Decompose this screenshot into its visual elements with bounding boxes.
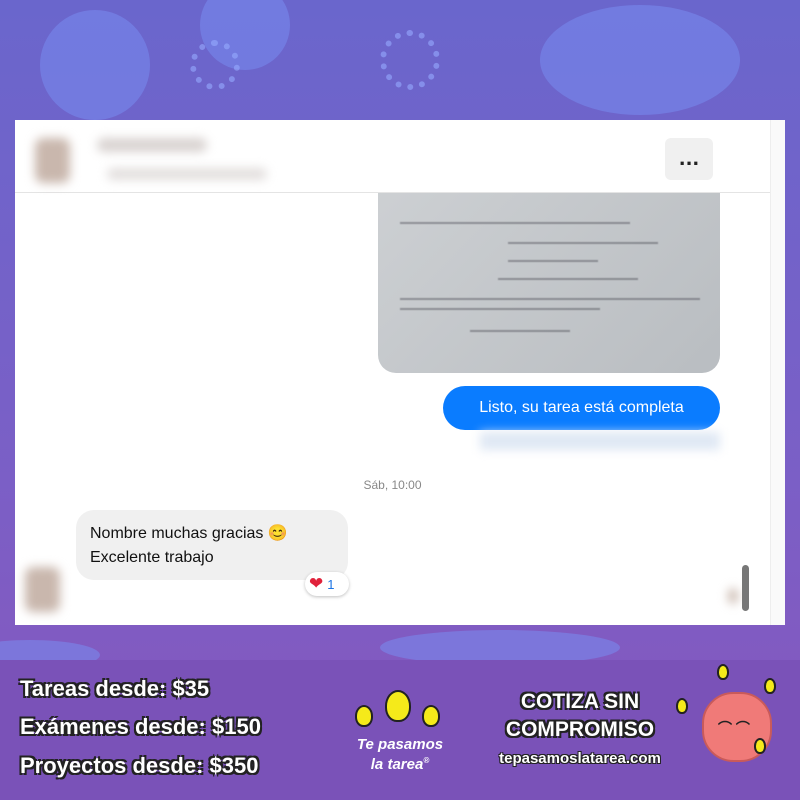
chat-window: ... Listo, su tarea está completa Sáb, 1…: [15, 120, 785, 625]
heart-icon: ❤: [309, 574, 324, 593]
reaction-badge[interactable]: ❤ 1: [305, 572, 349, 596]
contact-avatar[interactable]: [35, 138, 70, 183]
outgoing-message: Listo, su tarea está completa: [443, 386, 720, 430]
website-link[interactable]: tepasamoslatarea.com: [480, 750, 680, 767]
read-receipt-avatar: [728, 588, 738, 604]
message-line: Nombre muchas gracias 😊: [90, 525, 288, 542]
more-options-button[interactable]: ...: [665, 138, 713, 180]
logo-text: la tarea®: [370, 756, 430, 773]
timestamp: Sáb, 10:00: [363, 478, 422, 492]
sender-avatar[interactable]: [25, 567, 60, 612]
promo-banner: Tareas desde: $35 Exámenes desde: $150 P…: [0, 660, 800, 800]
price-examenes: Exámenes desde: $150: [20, 714, 261, 739]
reaction-count: 1: [327, 577, 335, 592]
contact-name[interactable]: [97, 138, 207, 152]
contact-status: [107, 168, 267, 180]
message-line: Excelente trabajo: [90, 549, 214, 566]
seen-indicator: [480, 432, 720, 450]
incoming-message: Nombre muchas gracias 😊 Excelente trabaj…: [76, 510, 348, 580]
logo-text: Te pasamos: [356, 736, 444, 753]
price-proyectos: Proyectos desde: $350: [20, 753, 259, 778]
scrollbar[interactable]: [742, 565, 749, 611]
price-tareas: Tareas desde: $35: [20, 676, 210, 701]
homework-photo[interactable]: [378, 180, 720, 373]
cta-line: COTIZA SIN: [520, 690, 640, 713]
cta-line: COMPROMISO: [505, 718, 655, 741]
side-panel-edge: [770, 120, 785, 625]
chat-header: ...: [15, 120, 770, 193]
